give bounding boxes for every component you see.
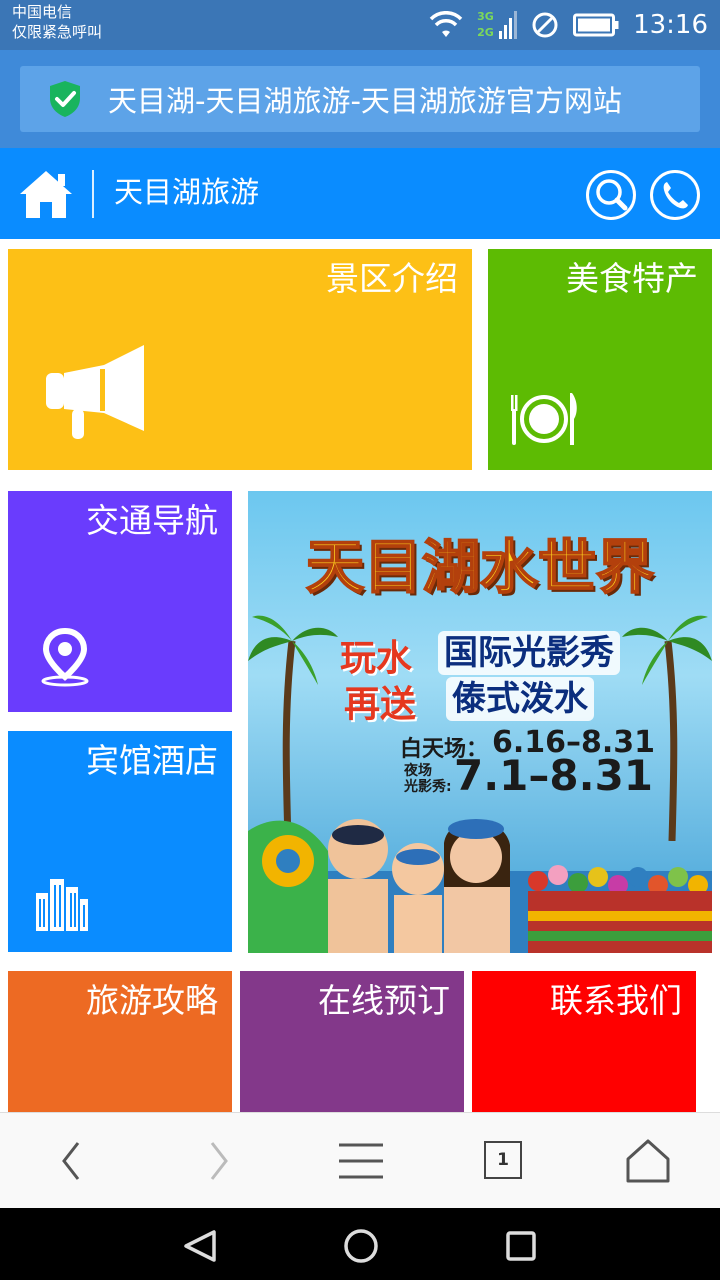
tile-contact-us-label: 联系我们 [550, 981, 682, 1020]
wifi-icon [429, 11, 463, 37]
banner-title: 天目湖水世界 [305, 532, 655, 602]
emergency-only-text: 仅限紧急呼叫 [12, 23, 103, 41]
search-icon [596, 179, 628, 211]
tile-food[interactable]: 美食特产 [488, 249, 712, 470]
tile-travel-guide[interactable]: 旅游攻略 [8, 971, 232, 1112]
megaphone-icon [46, 345, 144, 439]
back-arrow-icon[interactable] [44, 1135, 100, 1187]
banner-tag-line1: 玩水 [340, 638, 413, 679]
tile-hotel-label: 宾馆酒店 [86, 741, 218, 780]
tabs-button[interactable]: 1 [476, 1135, 532, 1187]
menu-icon[interactable] [333, 1135, 389, 1187]
tile-scenic-intro[interactable]: 景区介绍 [8, 249, 472, 470]
tab-count: 1 [484, 1141, 522, 1179]
banner-night-label: 夜场 光影秀: [404, 763, 452, 795]
clock: 13:16 [633, 10, 708, 40]
promo-banner[interactable]: 天目湖水世界 玩水 再送 国际光影秀 傣式泼水 白天场： 6.16–8.31 夜… [248, 491, 712, 953]
banner-show-line1: 国际光影秀 [438, 631, 620, 675]
banner-night-label-line2: 光影秀: [404, 779, 452, 795]
browser-toolbar: 1 [0, 1112, 720, 1208]
browser-address-area: 天目湖-天目湖旅游-天目湖旅游官方网站 [0, 50, 720, 148]
back-triangle-icon[interactable] [180, 1226, 220, 1266]
tile-food-label: 美食特产 [566, 259, 698, 298]
address-bar[interactable]: 天目湖-天目湖旅游-天目湖旅游官方网站 [20, 66, 700, 132]
site-header: 天目湖旅游 [0, 148, 720, 239]
carrier-info: 中国电信 仅限紧急呼叫 [12, 2, 102, 42]
tile-online-booking-label: 在线预订 [318, 981, 450, 1020]
banner-night-dates: 7.1–8.31 [454, 751, 654, 800]
banner-show-line2: 傣式泼水 [446, 677, 594, 721]
signal-icon: 3G 2G [477, 7, 518, 43]
phone-icon [663, 182, 688, 209]
header-divider [92, 170, 94, 218]
home-icon[interactable] [18, 168, 74, 220]
forward-arrow-icon[interactable] [190, 1135, 246, 1187]
crowd-illustration [248, 819, 712, 953]
buildings-icon [36, 879, 88, 931]
shield-check-icon [50, 81, 80, 117]
tile-traffic-navigation-label: 交通导航 [86, 501, 218, 540]
status-icons: 3G 2G 13:16 [429, 0, 708, 50]
tile-hotel[interactable]: 宾馆酒店 [8, 731, 232, 952]
tile-traffic-navigation[interactable]: 交通导航 [8, 491, 232, 712]
no-sim-icon [532, 12, 558, 38]
battery-icon [573, 13, 619, 37]
recent-square-icon[interactable] [501, 1226, 541, 1266]
home-circle-icon[interactable] [341, 1226, 381, 1266]
site-title: 天目湖旅游 [114, 175, 260, 209]
banner-tag-line2: 再送 [344, 684, 417, 725]
status-bar: 中国电信 仅限紧急呼叫 3G 2G 13:16 [0, 0, 720, 50]
tile-scenic-intro-label: 景区介绍 [326, 259, 458, 298]
banner-night-label-line1: 夜场 [404, 763, 432, 779]
system-navigation-bar [0, 1208, 720, 1280]
location-pin-icon [41, 627, 89, 687]
tile-travel-guide-label: 旅游攻略 [86, 981, 218, 1020]
page-title: 天目湖-天目湖旅游-天目湖旅游官方网站 [108, 84, 622, 118]
tile-contact-us[interactable]: 联系我们 [472, 971, 696, 1112]
search-button[interactable] [586, 170, 636, 220]
tile-online-booking[interactable]: 在线预订 [240, 971, 464, 1112]
plate-icon [511, 393, 577, 445]
phone-button[interactable] [650, 170, 700, 220]
home-icon[interactable] [620, 1135, 676, 1187]
carrier-name: 中国电信 [12, 3, 73, 21]
